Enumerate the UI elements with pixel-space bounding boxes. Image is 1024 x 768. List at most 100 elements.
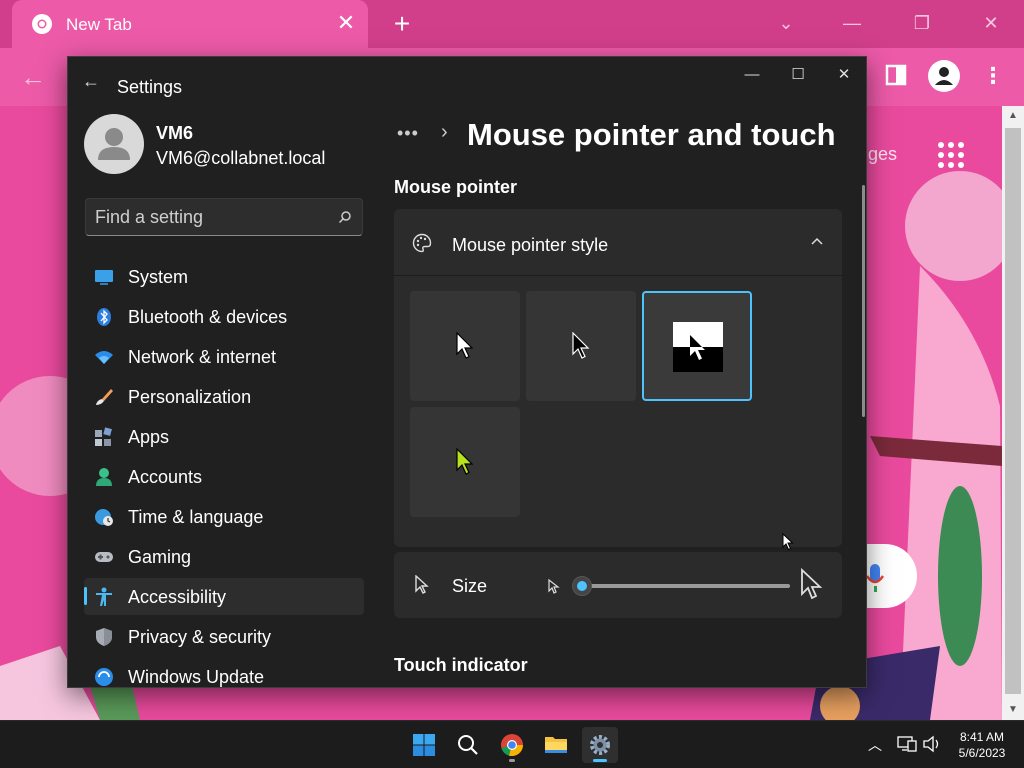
taskbar: ︿ 8:41 AM 5/6/2023 (0, 720, 1024, 768)
user-avatar[interactable] (84, 114, 144, 174)
chrome-favicon-icon (32, 14, 52, 34)
google-apps-icon[interactable] (938, 142, 964, 168)
user-name: VM6 (156, 123, 194, 143)
scroll-thumb[interactable] (1005, 128, 1021, 694)
minimize-icon[interactable]: — (838, 10, 866, 36)
person-silhouette-icon (98, 128, 130, 160)
mouse-pointer-style-header[interactable]: Mouse pointer style (394, 209, 842, 276)
nav-label: Time & language (128, 507, 264, 527)
nav-label: System (128, 267, 189, 287)
selection-indicator (84, 587, 87, 605)
wifi-icon (95, 351, 113, 364)
section-header-mouse-pointer: Mouse pointer (394, 177, 518, 197)
taskbar-file-explorer[interactable] (538, 727, 574, 763)
search-icon[interactable] (338, 210, 352, 224)
page-title: Mouse pointer and touch (467, 117, 836, 152)
size-slider-thumb[interactable] (572, 576, 592, 596)
nav-item-gaming[interactable]: Gaming (84, 538, 364, 575)
bluetooth-icon (97, 308, 111, 326)
black-cursor-icon (572, 332, 590, 359)
volume-icon[interactable] (922, 735, 942, 753)
pointer-size-icon (415, 575, 429, 594)
nav-item-accounts[interactable]: Accounts (84, 458, 364, 495)
pointer-style-white[interactable] (410, 291, 520, 401)
restore-icon[interactable]: ❐ (908, 10, 936, 36)
settings-search-box[interactable] (85, 198, 363, 236)
start-button[interactable] (406, 727, 442, 763)
pointer-style-custom[interactable] (410, 407, 520, 517)
back-arrow-icon[interactable]: ← (20, 62, 46, 93)
user-email: VM6@collabnet.local (156, 148, 326, 168)
settings-app-title: Settings (117, 77, 183, 97)
chevron-up-icon[interactable] (810, 235, 824, 249)
taskbar-chrome[interactable] (494, 727, 530, 763)
pointer-size-card: Size (394, 552, 842, 618)
file-explorer-icon (545, 737, 567, 753)
settings-minimize-icon[interactable]: — (737, 65, 767, 85)
nav-label: Windows Update (128, 667, 265, 687)
settings-maximize-icon[interactable]: ☐ (783, 65, 813, 85)
windows-start-icon (413, 734, 435, 756)
pointer-style-black[interactable] (526, 291, 636, 401)
settings-window: ← Settings — ☐ ✕ VM6 VM6@collabnet.local… (67, 56, 867, 688)
size-slider-track[interactable] (580, 584, 790, 588)
small-cursor-icon (548, 579, 560, 594)
profile-avatar-icon[interactable] (928, 60, 960, 92)
pointer-style-inverted[interactable] (642, 291, 752, 401)
tab-search-chevron-icon[interactable]: ⌄ (772, 10, 800, 36)
nav-item-bluetooth[interactable]: Bluetooth & devices (84, 298, 364, 335)
nav-label: Privacy & security (128, 627, 272, 647)
mouse-pointer-style-card: Mouse pointer style (394, 209, 842, 547)
nav-item-accessibility[interactable]: Accessibility (84, 578, 364, 615)
side-panel-icon[interactable] (884, 63, 908, 87)
scroll-down-arrow-icon[interactable]: ▼ (1002, 700, 1024, 720)
close-window-icon[interactable]: ✕ (977, 10, 1005, 36)
nav-item-windows-update[interactable]: Windows Update (84, 658, 364, 687)
clock-date[interactable]: 5/6/2023 (952, 746, 1012, 760)
kebab-menu-icon[interactable]: ⋮ (982, 62, 1004, 90)
system-monitor-icon (95, 270, 113, 285)
nav-label: Accounts (128, 467, 203, 487)
paintbrush-icon (96, 389, 113, 405)
new-tab-button[interactable]: + (388, 10, 416, 38)
images-link[interactable]: ges (868, 144, 897, 165)
search-icon (458, 735, 478, 755)
settings-back-arrow-icon[interactable]: ← (80, 71, 102, 92)
nav-item-personalization[interactable]: Personalization (84, 378, 364, 415)
breadcrumb-overflow-button[interactable]: ••• (397, 123, 419, 144)
settings-scrollbar[interactable] (862, 185, 865, 417)
mouse-cursor-icon (782, 533, 794, 551)
page-scrollbar[interactable]: ▲ ▼ (1002, 106, 1024, 720)
taskbar-search-button[interactable] (450, 727, 486, 763)
nav-item-system[interactable]: System (84, 258, 364, 295)
settings-nav: System Bluetooth & devices Network & int… (84, 258, 364, 687)
settings-search-input[interactable] (95, 207, 325, 228)
nav-label: Network & internet (128, 347, 277, 367)
nav-item-apps[interactable]: Apps (84, 418, 364, 455)
nav-label: Personalization (128, 387, 252, 407)
palette-icon (412, 233, 432, 253)
custom-color-cursor-icon (456, 448, 474, 475)
tab-title: New Tab (66, 15, 132, 34)
nav-item-time-language[interactable]: Time & language (84, 498, 364, 535)
nav-item-network[interactable]: Network & internet (84, 338, 364, 375)
large-cursor-icon (801, 568, 823, 600)
size-slider-thumb-fill (577, 581, 587, 591)
scroll-up-arrow-icon[interactable]: ▲ (1002, 106, 1024, 126)
nav-label: Accessibility (128, 587, 227, 607)
inverted-cursor-icon (673, 322, 723, 372)
taskbar-settings[interactable] (582, 727, 618, 763)
running-indicator (509, 759, 515, 762)
show-hidden-icons-chevron-icon[interactable]: ︿ (866, 735, 884, 755)
person-icon (96, 468, 112, 486)
mouse-pointer-style-label: Mouse pointer style (452, 235, 609, 255)
shield-icon (96, 628, 112, 646)
settings-close-icon[interactable]: ✕ (829, 65, 859, 85)
size-label: Size (452, 576, 488, 596)
nav-item-privacy[interactable]: Privacy & security (84, 618, 364, 655)
tab-new-tab[interactable]: New Tab ✕ (12, 0, 368, 50)
network-icon[interactable] (897, 735, 917, 753)
tab-close-icon[interactable]: ✕ (334, 11, 358, 35)
update-icon (95, 668, 113, 686)
clock-time[interactable]: 8:41 AM (952, 730, 1012, 744)
